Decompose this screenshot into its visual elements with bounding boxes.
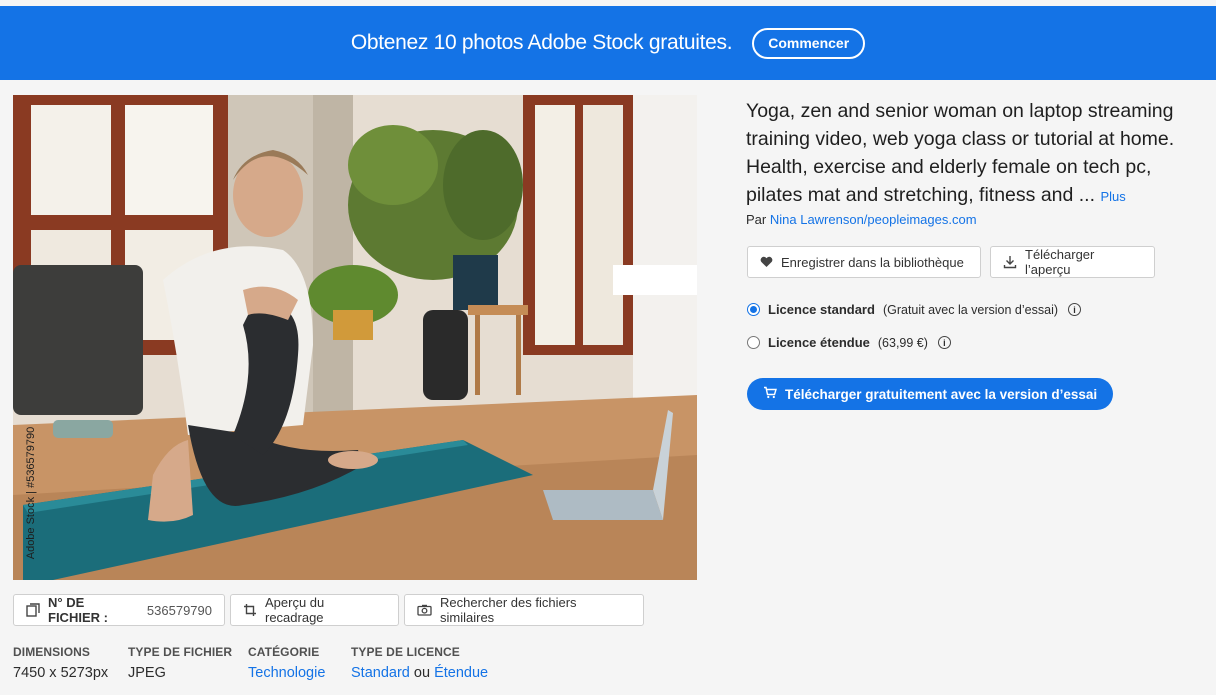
download-icon	[1003, 255, 1017, 269]
cart-icon	[763, 386, 777, 402]
start-button[interactable]: Commencer	[752, 27, 866, 59]
standard-license-name: Licence standard	[768, 302, 875, 317]
license-or-text: ou	[413, 665, 431, 681]
standard-radio[interactable]	[747, 303, 760, 316]
find-similar-label: Rechercher des fichiers similaires	[440, 595, 577, 625]
extended-license-name: Licence étendue	[768, 335, 870, 350]
camera-icon	[417, 604, 432, 616]
save-library-button[interactable]: Enregistrer dans la bibliothèque	[747, 246, 981, 278]
free-download-button[interactable]: Télécharger gratuitement avec la version…	[747, 378, 1114, 410]
extended-license-detail: (63,99 €)	[877, 335, 928, 350]
file-type-value: JPEG	[128, 665, 166, 681]
download-preview-label: Télécharger l’aperçu	[1025, 247, 1095, 277]
file-number-button[interactable]: N° DE FICHIER : 536579790	[13, 594, 225, 626]
license-option-standard[interactable]: Licence standard (Gratuit avec la versio…	[747, 302, 1082, 317]
dimensions-label: DIMENSIONS	[13, 645, 91, 659]
promo-text: Obtenez 10 photos Adobe Stock gratuites.	[350, 31, 733, 54]
extended-radio[interactable]	[747, 336, 760, 349]
meta-license-type: TYPE DE LICENCE Standard ou Étendue	[351, 645, 488, 681]
download-preview-button[interactable]: Télécharger l’aperçu	[990, 246, 1155, 278]
dimensions-value: 7450 x 5273px	[13, 665, 109, 681]
asset-title: Yoga, zen and senior woman on laptop str…	[746, 97, 1210, 211]
crop-icon	[243, 603, 257, 617]
author-prefix: Par	[746, 212, 767, 227]
info-icon[interactable]: i	[937, 336, 951, 349]
author-line: Par Nina Lawrenson/peopleimages.com	[746, 212, 977, 227]
file-number-value: 536579790	[146, 602, 212, 618]
file-type-label: TYPE DE FICHIER	[128, 645, 233, 659]
heart-icon	[760, 256, 773, 268]
find-similar-button[interactable]: Rechercher des fichiers similaires	[404, 594, 644, 626]
standard-license-detail: (Gratuit avec la version d’essai)	[882, 302, 1059, 317]
author-link[interactable]: Nina Lawrenson/peopleimages.com	[770, 212, 977, 227]
standard-license-link[interactable]: Standard	[351, 665, 410, 681]
crop-preview-label: Aperçu du recadrage	[265, 595, 325, 625]
photo-illustration	[13, 95, 697, 580]
free-download-label: Télécharger gratuitement avec la version…	[785, 386, 1098, 402]
copy-icon	[26, 603, 40, 617]
stock-photo[interactable]: Adobe Stock | #536579790	[13, 95, 697, 580]
file-number-label: N° DE FICHIER :	[48, 595, 108, 625]
meta-file-type: TYPE DE FICHIER JPEG	[128, 645, 232, 681]
crop-preview-button[interactable]: Aperçu du recadrage	[230, 594, 399, 626]
category-label: CATÉGORIE	[248, 645, 320, 659]
promo-banner: Obtenez 10 photos Adobe Stock gratuites.…	[0, 6, 1216, 80]
license-type-label: TYPE DE LICENCE	[351, 645, 460, 659]
meta-dimensions: DIMENSIONS 7450 x 5273px	[13, 645, 108, 681]
watermark: Adobe Stock | #536579790	[25, 426, 37, 560]
category-link[interactable]: Technologie	[248, 665, 325, 681]
meta-category: CATÉGORIE Technologie	[248, 645, 325, 681]
extended-license-link[interactable]: Étendue	[434, 665, 488, 681]
license-option-extended[interactable]: Licence étendue (63,99 €) i	[747, 335, 951, 350]
save-library-label: Enregistrer dans la bibliothèque	[781, 254, 964, 270]
info-icon[interactable]: i	[1068, 303, 1082, 316]
more-link[interactable]: Plus	[1100, 189, 1125, 204]
